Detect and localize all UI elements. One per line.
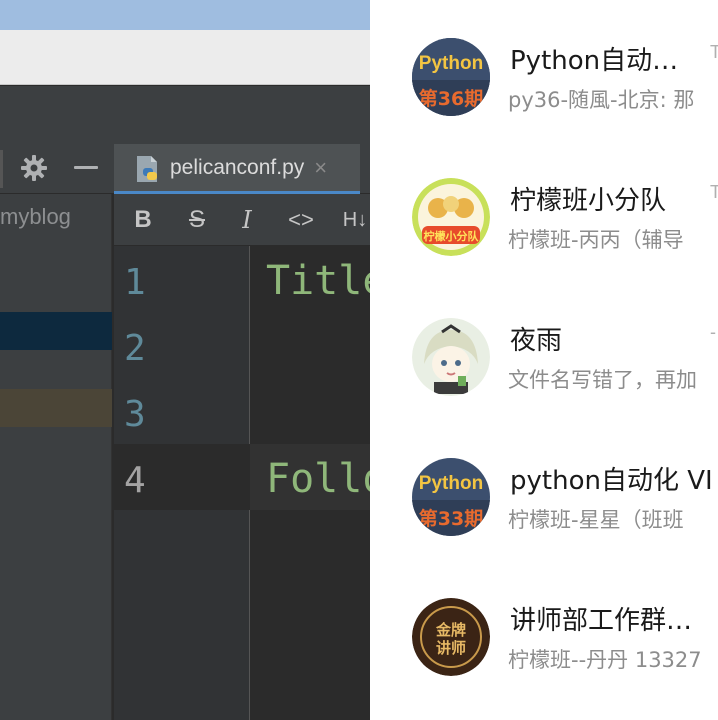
contact-avatar <box>412 318 490 396</box>
heading-icon: H↓ <box>342 208 368 231</box>
chat-time: T <box>710 42 718 62</box>
italic-button[interactable]: I <box>236 204 258 236</box>
chat-last-message: py36-随風-北京: 那 <box>508 88 695 112</box>
ide-window: pelicanconf.py × myblog B S I <> H↓ 1 2 … <box>0 0 370 720</box>
line-number: 4 <box>124 460 146 501</box>
close-icon[interactable]: × <box>314 156 327 179</box>
minimize-icon[interactable] <box>74 166 98 169</box>
avatar-text: 讲师 <box>436 639 466 657</box>
avatar-text: 金牌 <box>435 621 466 639</box>
bold-icon: B <box>134 206 152 233</box>
chat-title: 讲师部工作群… <box>510 606 693 636</box>
markdown-toolbar: B S I <> H↓ <box>114 194 370 246</box>
toolbar-divider <box>0 150 3 188</box>
chat-title: Python自动… <box>510 46 679 76</box>
group-avatar: Python 第33期 <box>412 458 490 536</box>
avatar-text-cohort: 第36期 <box>419 87 483 110</box>
code-line-4[interactable]: Follo <box>266 456 370 502</box>
avatar-text-cohort: 第33期 <box>419 507 483 530</box>
code-icon: <> <box>288 207 314 232</box>
tab-label: pelicanconf.py <box>170 155 305 179</box>
chat-last-message: 文件名写错了，再加 <box>508 368 697 392</box>
bold-button[interactable]: B <box>132 204 154 236</box>
line-number: 3 <box>124 394 146 435</box>
chat-item[interactable]: 柠檬小分队 柠檬班小分队 柠檬班-丙丙（辅导 T <box>370 148 718 288</box>
chat-title: 夜雨 <box>510 326 563 356</box>
strikethrough-button[interactable]: S <box>184 204 210 236</box>
tree-row-highlighted[interactable] <box>0 389 112 427</box>
chat-list: Python 第36期 Python自动… py36-随風-北京: 那 T 柠檬… <box>370 0 718 720</box>
heading-button[interactable]: H↓ <box>338 204 370 236</box>
chat-last-message: 柠檬班--丹丹 13327 <box>508 648 702 672</box>
code-button[interactable]: <> <box>284 204 318 236</box>
line-number: 1 <box>124 262 146 303</box>
tree-row-selected[interactable] <box>0 312 112 350</box>
group-avatar: 柠檬小分队 <box>412 178 490 256</box>
window-titlebar <box>0 30 370 85</box>
chat-time: - <box>710 322 716 342</box>
avatar-text-python: Python <box>419 53 483 74</box>
strikethrough-icon: S <box>188 206 205 233</box>
ide-header <box>0 86 370 144</box>
group-avatar: 金牌 讲师 <box>412 598 490 676</box>
chat-time: T <box>710 182 718 202</box>
code-line-1[interactable]: Title <box>266 258 370 304</box>
avatar-text: 柠檬小分队 <box>424 229 480 243</box>
project-pane: myblog <box>0 194 112 720</box>
python-file-icon <box>134 154 162 182</box>
group-avatar: Python 第36期 <box>412 38 490 116</box>
chat-item[interactable]: 金牌 讲师 讲师部工作群… 柠檬班--丹丹 13327 <box>370 568 718 708</box>
gear-icon[interactable] <box>20 154 48 182</box>
chat-item[interactable]: Python 第36期 Python自动… py36-随風-北京: 那 T <box>370 8 718 148</box>
chat-title: 柠檬班小分队 <box>510 186 667 216</box>
chat-item[interactable]: Python 第33期 python自动化 VI 柠檬班-星星（班班 <box>370 428 718 568</box>
desktop-background <box>0 0 370 30</box>
line-number: 2 <box>124 328 146 369</box>
italic-icon: I <box>242 206 252 234</box>
project-root-label[interactable]: myblog <box>0 204 71 230</box>
tab-pelicanconf[interactable]: pelicanconf.py × <box>114 144 360 194</box>
avatar-text-python: Python <box>419 473 483 494</box>
chat-last-message: 柠檬班-星星（班班 <box>508 508 684 532</box>
chat-item[interactable]: 夜雨 文件名写错了，再加 - <box>370 288 718 428</box>
chat-title: python自动化 VI <box>510 466 713 496</box>
chat-last-message: 柠檬班-丙丙（辅导 <box>508 228 684 252</box>
